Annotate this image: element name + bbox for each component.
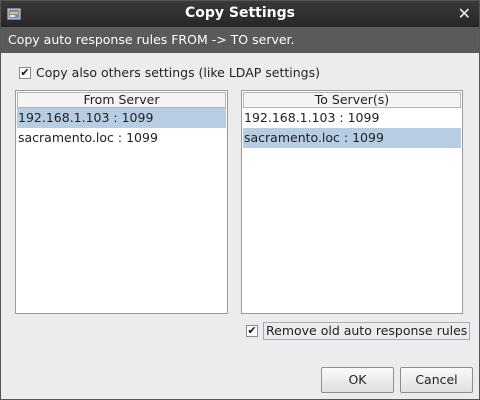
to-server-header: To Server(s) (243, 92, 461, 108)
from-server-item[interactable]: sacramento.loc : 1099 (17, 128, 226, 148)
to-server-item[interactable]: 192.168.1.103 : 1099 (243, 108, 461, 128)
from-server-panel: From Server 192.168.1.103 : 1099 sacrame… (15, 90, 228, 314)
cancel-button[interactable]: Cancel (400, 367, 473, 393)
remove-old-label: Remove old auto response rules (263, 322, 471, 340)
from-server-item[interactable]: 192.168.1.103 : 1099 (17, 108, 226, 128)
from-server-list[interactable]: 192.168.1.103 : 1099 sacramento.loc : 10… (17, 108, 226, 148)
instruction-text: Copy auto response rules FROM -> TO serv… (8, 32, 295, 47)
title-bar[interactable]: Copy Settings ✕ (1, 1, 479, 27)
from-server-header: From Server (17, 92, 226, 108)
copy-others-option[interactable]: ✔ Copy also others settings (like LDAP s… (19, 65, 320, 80)
ok-button[interactable]: OK (321, 367, 394, 393)
window-title: Copy Settings (185, 5, 295, 21)
to-server-list[interactable]: 192.168.1.103 : 1099 sacramento.loc : 10… (243, 108, 461, 148)
close-icon[interactable]: ✕ (458, 4, 471, 23)
copy-settings-dialog: Copy Settings ✕ Copy auto response rules… (0, 0, 480, 400)
to-server-item[interactable]: sacramento.loc : 1099 (243, 128, 461, 148)
to-server-panel: To Server(s) 192.168.1.103 : 1099 sacram… (241, 90, 463, 314)
copy-others-checkbox[interactable]: ✔ (19, 66, 31, 79)
remove-old-option[interactable]: ✔ Remove old auto response rules (246, 322, 471, 340)
remove-old-checkbox[interactable]: ✔ (246, 325, 258, 337)
copy-others-label: Copy also others settings (like LDAP set… (36, 65, 320, 80)
instruction-banner: Copy auto response rules FROM -> TO serv… (1, 27, 479, 53)
